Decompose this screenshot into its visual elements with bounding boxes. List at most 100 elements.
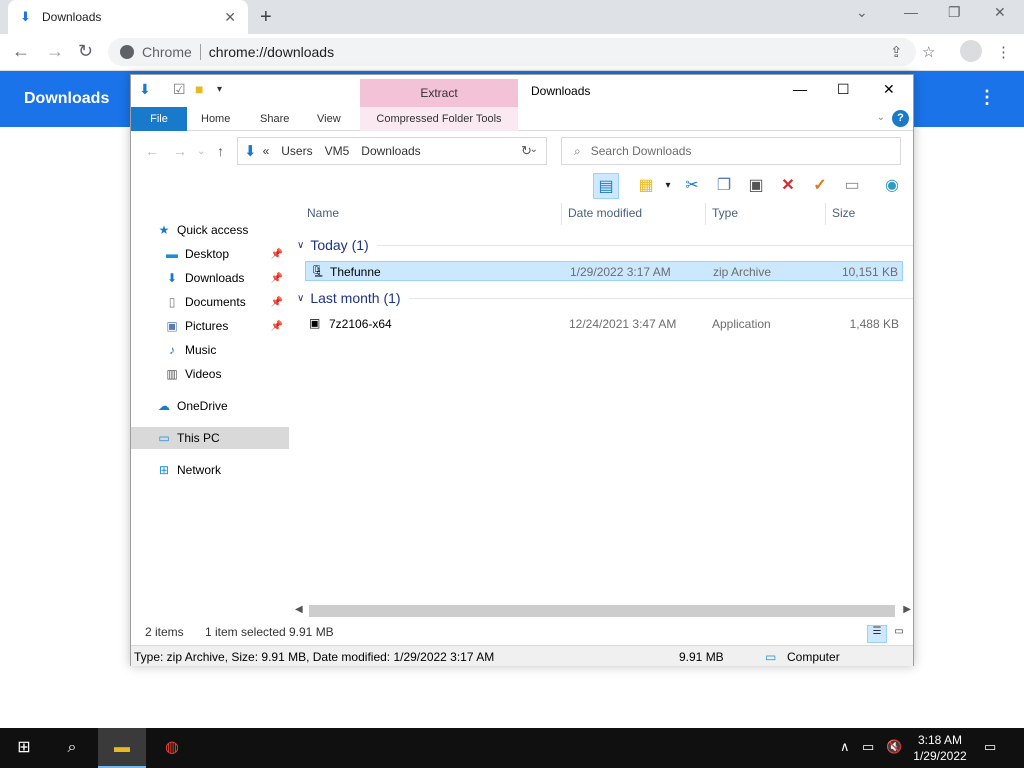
copy-icon[interactable]: ❐ bbox=[711, 173, 737, 199]
pin-icon[interactable]: 📌 bbox=[271, 297, 283, 308]
tab-file[interactable]: File bbox=[131, 107, 187, 131]
column-type[interactable]: Type bbox=[712, 206, 738, 220]
scroll-right-icon[interactable]: ▶ bbox=[903, 604, 911, 615]
file-type: zip Archive bbox=[713, 265, 772, 279]
chrome-icon[interactable]: ◍ bbox=[148, 728, 196, 768]
volume-muted-icon[interactable]: 🔇 bbox=[886, 739, 902, 755]
new-tab-button[interactable]: + bbox=[260, 6, 272, 29]
scrollbar-thumb[interactable] bbox=[309, 605, 895, 617]
scroll-left-icon[interactable]: ◀ bbox=[295, 604, 303, 615]
share-icon[interactable]: ⇪ bbox=[890, 43, 903, 61]
more-actions-icon[interactable]: ⋮ bbox=[978, 87, 996, 108]
search-input[interactable]: ⌕ Search Downloads bbox=[561, 137, 901, 165]
explorer-maximize-button[interactable]: ☐ bbox=[837, 81, 850, 98]
tab-share[interactable]: Share bbox=[260, 107, 289, 131]
minimize-button[interactable]: — bbox=[904, 4, 918, 20]
nav-pictures[interactable]: ▣ Pictures 📌 bbox=[131, 315, 289, 337]
explorer-minimize-button[interactable]: — bbox=[793, 81, 807, 97]
address-bar[interactable]: ⬇ « Users VM5 Downloads ⌄ bbox=[237, 137, 547, 165]
pin-icon[interactable]: 📌 bbox=[271, 273, 283, 284]
delete-icon[interactable]: ✕ bbox=[775, 173, 801, 199]
details-view-icon[interactable]: ☰ bbox=[867, 625, 887, 643]
group-last-month[interactable]: ∨ Last month (1) bbox=[297, 286, 913, 310]
preview-pane-icon[interactable]: ▤ bbox=[593, 173, 619, 199]
chrome-toolbar: ← → ↻ Chrome chrome://downloads ⇪ ☆ ⋮ bbox=[0, 34, 1024, 71]
search-icon[interactable]: ⌕ bbox=[48, 728, 96, 768]
help-icon[interactable]: ? bbox=[892, 110, 909, 127]
collapse-chevron-icon[interactable]: ∨ bbox=[297, 293, 304, 304]
address-row: ← → ⌄ ↑ ⬇ « Users VM5 Downloads ⌄ ↻ ⌕ Se… bbox=[131, 133, 913, 167]
horizontal-scrollbar[interactable]: ◀ ▶ bbox=[293, 603, 913, 619]
taskbar: ⊞ ⌕ ▬ ◍ ∧ ▭ 🔇 3:18 AM 1/29/2022 ▭ bbox=[0, 728, 1024, 768]
notifications-icon[interactable]: ▭ bbox=[984, 739, 996, 755]
cut-icon[interactable]: ✂ bbox=[679, 173, 705, 199]
file-row[interactable]: ▣ 7z2106-x64 12/24/2021 3:47 AM Applicat… bbox=[305, 314, 903, 334]
forward-arrow-icon[interactable]: → bbox=[173, 143, 187, 159]
nav-onedrive[interactable]: ☁ OneDrive bbox=[131, 395, 289, 417]
reload-button[interactable]: ↻ bbox=[78, 41, 93, 62]
nav-this-pc[interactable]: ▭ This PC bbox=[131, 427, 289, 449]
breadcrumb-vm5[interactable]: VM5 bbox=[325, 144, 350, 158]
rename-icon[interactable]: ▭ bbox=[839, 173, 865, 199]
nav-music[interactable]: ♪ Music bbox=[131, 339, 289, 361]
tab-view[interactable]: View bbox=[317, 107, 341, 131]
forward-button[interactable]: → bbox=[46, 41, 64, 62]
paste-icon[interactable]: ▣ bbox=[743, 173, 769, 199]
pin-icon[interactable]: 📌 bbox=[271, 249, 283, 260]
system-clock[interactable]: 3:18 AM 1/29/2022 bbox=[908, 732, 972, 764]
chrome-menu-icon[interactable]: ⋮ bbox=[996, 43, 1011, 61]
column-divider[interactable] bbox=[561, 203, 562, 225]
up-arrow-icon[interactable]: ↑ bbox=[217, 143, 224, 159]
explorer-close-button[interactable]: ✕ bbox=[883, 81, 895, 98]
collapse-chevron-icon[interactable]: ∨ bbox=[297, 240, 304, 251]
file-row[interactable]: 🗜 Thefunne 1/29/2022 3:17 AM zip Archive… bbox=[305, 261, 903, 281]
column-date-modified[interactable]: Date modified bbox=[568, 206, 642, 220]
column-size[interactable]: Size bbox=[832, 206, 855, 220]
nav-desktop[interactable]: ▬ Desktop 📌 bbox=[131, 243, 289, 265]
globe-icon[interactable]: ◉ bbox=[879, 173, 905, 199]
dropdown-arrow-icon[interactable]: ▾ bbox=[655, 173, 681, 199]
nav-quick-access[interactable]: ★ Quick access bbox=[131, 219, 289, 241]
refresh-icon[interactable]: ↻ bbox=[521, 143, 532, 159]
windows-start-icon[interactable]: ⊞ bbox=[0, 728, 48, 768]
details-text: Type: zip Archive, Size: 9.91 MB, Date m… bbox=[134, 650, 495, 664]
column-divider[interactable] bbox=[825, 203, 826, 225]
profile-avatar[interactable] bbox=[960, 40, 982, 62]
tab-downloads[interactable]: ⬇ Downloads ✕ bbox=[8, 0, 248, 34]
omnibox-url[interactable]: chrome://downloads bbox=[209, 44, 334, 60]
breadcrumb-downloads[interactable]: Downloads bbox=[361, 144, 420, 158]
breadcrumb-users[interactable]: Users bbox=[281, 144, 312, 158]
back-arrow-icon[interactable]: ← bbox=[145, 143, 159, 159]
omnibox[interactable]: Chrome chrome://downloads bbox=[108, 38, 916, 66]
network-status-icon[interactable]: ▭ bbox=[862, 739, 874, 755]
close-window-button[interactable]: ✕ bbox=[994, 4, 1006, 21]
nav-network[interactable]: ⊞ Network bbox=[131, 459, 289, 481]
breadcrumb-overflow[interactable]: « bbox=[263, 144, 270, 158]
group-today[interactable]: ∨ Today (1) bbox=[297, 233, 913, 257]
close-tab-icon[interactable]: ✕ bbox=[224, 9, 236, 26]
large-icons-view-icon[interactable]: ▭ bbox=[889, 625, 909, 643]
expand-ribbon-icon[interactable]: ⌄ bbox=[877, 112, 885, 123]
pictures-icon: ▣ bbox=[166, 319, 178, 333]
pin-icon[interactable]: 📌 bbox=[271, 321, 283, 332]
tab-home[interactable]: Home bbox=[201, 107, 230, 131]
column-name[interactable]: Name bbox=[307, 206, 339, 220]
file-explorer-icon[interactable]: ▬ bbox=[98, 728, 146, 768]
checkmark-icon[interactable]: ✓ bbox=[807, 173, 833, 199]
new-folder-icon[interactable]: ■ bbox=[195, 81, 203, 97]
nav-documents[interactable]: ▯ Documents 📌 bbox=[131, 291, 289, 313]
nav-downloads[interactable]: ⬇ Downloads 📌 bbox=[131, 267, 289, 289]
bookmark-star-icon[interactable]: ☆ bbox=[922, 43, 935, 61]
properties-icon[interactable]: ☑ bbox=[173, 81, 186, 98]
extract-contextual-tab[interactable]: Extract bbox=[360, 79, 518, 107]
back-button[interactable]: ← bbox=[12, 41, 30, 62]
column-divider[interactable] bbox=[705, 203, 706, 225]
recent-locations-icon[interactable]: ⌄ bbox=[197, 146, 205, 157]
show-hidden-icons-icon[interactable]: ∧ bbox=[840, 739, 850, 755]
tab-search-icon[interactable]: ⌄ bbox=[856, 4, 868, 21]
customize-quick-access-icon[interactable]: ▾ bbox=[217, 84, 222, 95]
tab-compressed-folder-tools[interactable]: Compressed Folder Tools bbox=[360, 107, 518, 131]
nav-videos[interactable]: ▥ Videos bbox=[131, 363, 289, 385]
restore-button[interactable]: ❐ bbox=[948, 4, 961, 21]
file-name: Thefunne bbox=[330, 265, 381, 279]
